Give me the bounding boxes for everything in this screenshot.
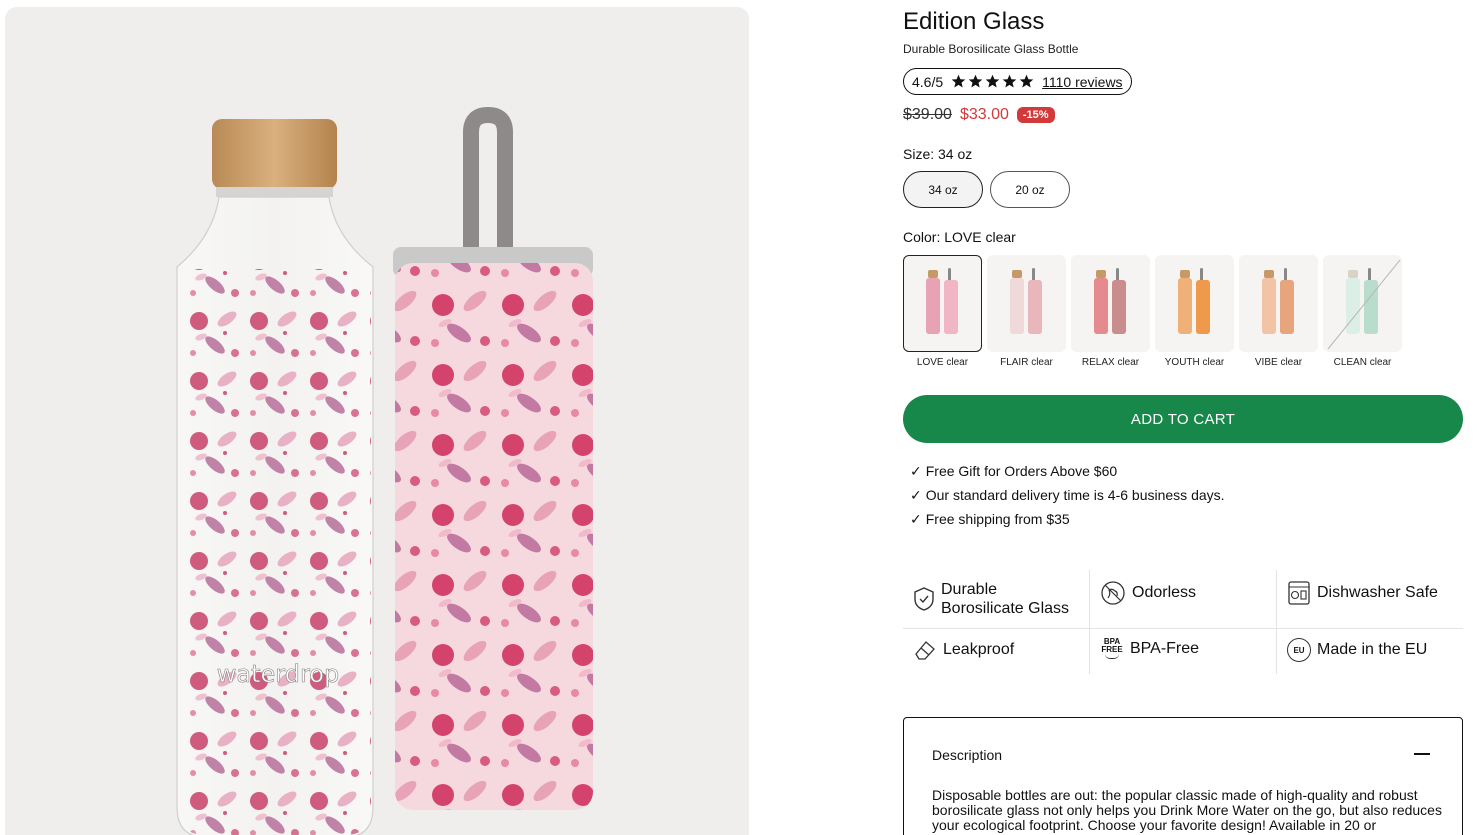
feature-borosilicate: Durable Borosilicate Glass xyxy=(913,580,1069,618)
eu-icon: EU xyxy=(1287,638,1311,662)
feature-label: Durable xyxy=(941,581,998,598)
rating-stars xyxy=(951,74,1034,89)
star-icon xyxy=(951,74,966,88)
sale-price: $33.00 xyxy=(959,106,1009,123)
reviews-link[interactable]: 1110 reviews xyxy=(1042,74,1122,90)
star-icon xyxy=(1019,74,1034,88)
size-selected-value: 34 oz xyxy=(938,146,973,162)
description-title[interactable]: Description xyxy=(932,747,1002,763)
no-smell-icon xyxy=(1101,581,1125,605)
color-swatch-love[interactable]: LOVE clear xyxy=(903,255,982,368)
feature-label: Odorless xyxy=(1132,584,1197,601)
discount-badge: -15% xyxy=(1016,107,1055,123)
size-option-label: Size: 34 oz xyxy=(903,146,972,162)
feature-bpa-free: BPA FREE BPA-Free xyxy=(1100,638,1199,659)
description-accordion: Description Disposable bottles are out: … xyxy=(903,717,1463,835)
check-icon: ✓ xyxy=(910,463,922,479)
feature-odorless: Odorless xyxy=(1100,580,1196,606)
brand-logo-text: waterdrop xyxy=(217,660,339,688)
size-option-34oz[interactable]: 34 oz xyxy=(903,171,983,208)
perk-text: Free shipping from $35 xyxy=(925,511,1070,527)
eraser-icon xyxy=(915,641,935,660)
free-icon-text: FREE xyxy=(1101,645,1123,654)
star-icon xyxy=(985,74,1000,88)
check-icon: ✓ xyxy=(910,487,922,503)
swatch-thumbnail xyxy=(903,255,982,352)
color-swatch-clean[interactable]: CLEAN clear xyxy=(1323,255,1402,368)
star-icon xyxy=(1002,74,1017,88)
check-icon: ✓ xyxy=(910,511,922,527)
swatch-label: LOVE clear xyxy=(916,357,969,368)
star-icon xyxy=(968,74,983,88)
swatch-thumbnail xyxy=(1155,255,1234,352)
swatch-label: RELAX clear xyxy=(1081,357,1140,368)
color-label-text: Color: xyxy=(903,229,941,245)
perk-item: ✓ Our standard delivery time is 4-6 busin… xyxy=(910,487,1225,511)
bpa-free-icon: BPA FREE xyxy=(1100,638,1124,659)
feature-grid: Durable Borosilicate Glass Odorless Dish… xyxy=(903,570,1463,674)
swatch-label: FLAIR clear xyxy=(1000,357,1053,368)
swatch-thumbnail xyxy=(1239,255,1318,352)
product-info: Edition Glass Durable Borosilicate Glass… xyxy=(903,0,1463,835)
size-label-text: Size: xyxy=(903,146,935,162)
dishwasher-icon xyxy=(1288,581,1310,605)
feature-label: BPA-Free xyxy=(1130,639,1200,657)
rating-badge[interactable]: 4.6/5 1110 reviews xyxy=(903,68,1132,95)
product-image: waterdrop xyxy=(5,7,749,835)
shield-check-icon xyxy=(914,587,934,611)
swatch-thumbnail xyxy=(1323,255,1402,352)
size-option-20oz[interactable]: 20 oz xyxy=(990,171,1070,208)
color-swatch-youth[interactable]: YOUTH clear xyxy=(1155,255,1234,368)
feature-label: Dishwasher Safe xyxy=(1317,584,1438,601)
perk-item: ✓ Free shipping from $35 xyxy=(910,511,1225,535)
feature-label: Borosilicate Glass xyxy=(941,600,1070,617)
rating-score: 4.6/5 xyxy=(912,73,944,90)
feature-made-in-eu: EU Made in the EU xyxy=(1287,638,1427,662)
sold-out-slash xyxy=(1327,259,1401,350)
color-swatch-relax[interactable]: RELAX clear xyxy=(1071,255,1150,368)
feature-dishwasher: Dishwasher Safe xyxy=(1287,580,1438,606)
perk-item: ✓ Free Gift for Orders Above $60 xyxy=(910,463,1225,487)
add-to-cart-button[interactable]: ADD TO CART xyxy=(903,395,1463,443)
swatch-thumbnail xyxy=(987,255,1066,352)
product-subtitle: Durable Borosilicate Glass Bottle xyxy=(903,42,1079,56)
description-text: Disposable bottles are out: the popular … xyxy=(932,787,1442,833)
product-title: Edition Glass xyxy=(903,8,1045,35)
color-selected-value: LOVE clear xyxy=(944,229,1016,245)
feature-label: Leakproof xyxy=(943,641,1015,658)
perks-list: ✓ Free Gift for Orders Above $60 ✓ Our sta… xyxy=(910,463,1225,535)
perk-text: Our standard delivery time is 4-6 busine… xyxy=(925,487,1225,503)
swatch-label: VIBE clear xyxy=(1254,357,1303,368)
color-option-label: Color: LOVE clear xyxy=(903,229,1016,245)
size-selector: 34 oz 20 oz xyxy=(903,171,1070,208)
color-swatch-vibe[interactable]: VIBE clear xyxy=(1239,255,1318,368)
original-price: $39.00 xyxy=(903,106,952,123)
color-swatch-flair[interactable]: FLAIR clear xyxy=(987,255,1066,368)
swatch-label: CLEAN clear xyxy=(1333,357,1392,368)
swatch-label: YOUTH clear xyxy=(1164,357,1225,368)
feature-leakproof: Leakproof xyxy=(913,638,1014,662)
bottle-illustration: waterdrop xyxy=(176,106,593,835)
feature-label: Made in the EU xyxy=(1317,641,1428,658)
perk-text: Free Gift for Orders Above $60 xyxy=(925,463,1118,479)
color-selector: LOVE clear FLAIR clear RELAX clear YOUTH… xyxy=(903,255,1402,368)
collapse-icon[interactable] xyxy=(1414,753,1430,755)
swatch-thumbnail xyxy=(1071,255,1150,352)
price-row: $39.00 $33.00 -15% xyxy=(903,106,1055,124)
